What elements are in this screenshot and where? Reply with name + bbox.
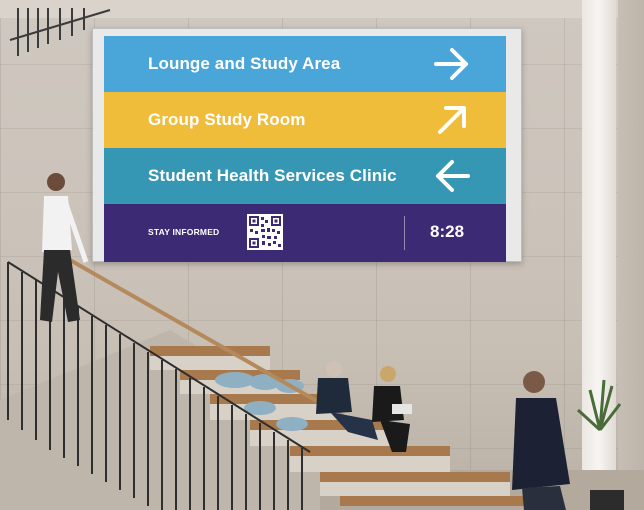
arrow-right-icon [434, 48, 468, 80]
sign-row-health-clinic: Student Health Services Clinic [104, 148, 506, 204]
walking-man-foreground [512, 371, 570, 510]
clock-time: 8:28 [430, 222, 465, 241]
arrow-up-right-icon [438, 106, 466, 134]
stay-informed-label: STAY INFORMED [148, 227, 220, 237]
wayfinding-display: Lounge and Study Area Group Study Room S… [104, 36, 506, 262]
sign-footer: STAY INFORMED 8:28 [104, 204, 506, 262]
destination-label: Group Study Room [148, 110, 306, 129]
footer-divider [404, 216, 405, 250]
qr-code-icon [247, 214, 283, 250]
photo-scene: Lounge and Study Area Group Study Room S… [0, 0, 644, 510]
sign-row-group-study: Group Study Room [104, 92, 506, 148]
destination-label: Student Health Services Clinic [148, 166, 397, 185]
destination-label: Lounge and Study Area [148, 54, 341, 73]
potted-plant [576, 379, 624, 510]
staircase [0, 330, 530, 510]
sign-row-lounge: Lounge and Study Area [104, 36, 506, 92]
arrow-left-icon [436, 160, 470, 192]
